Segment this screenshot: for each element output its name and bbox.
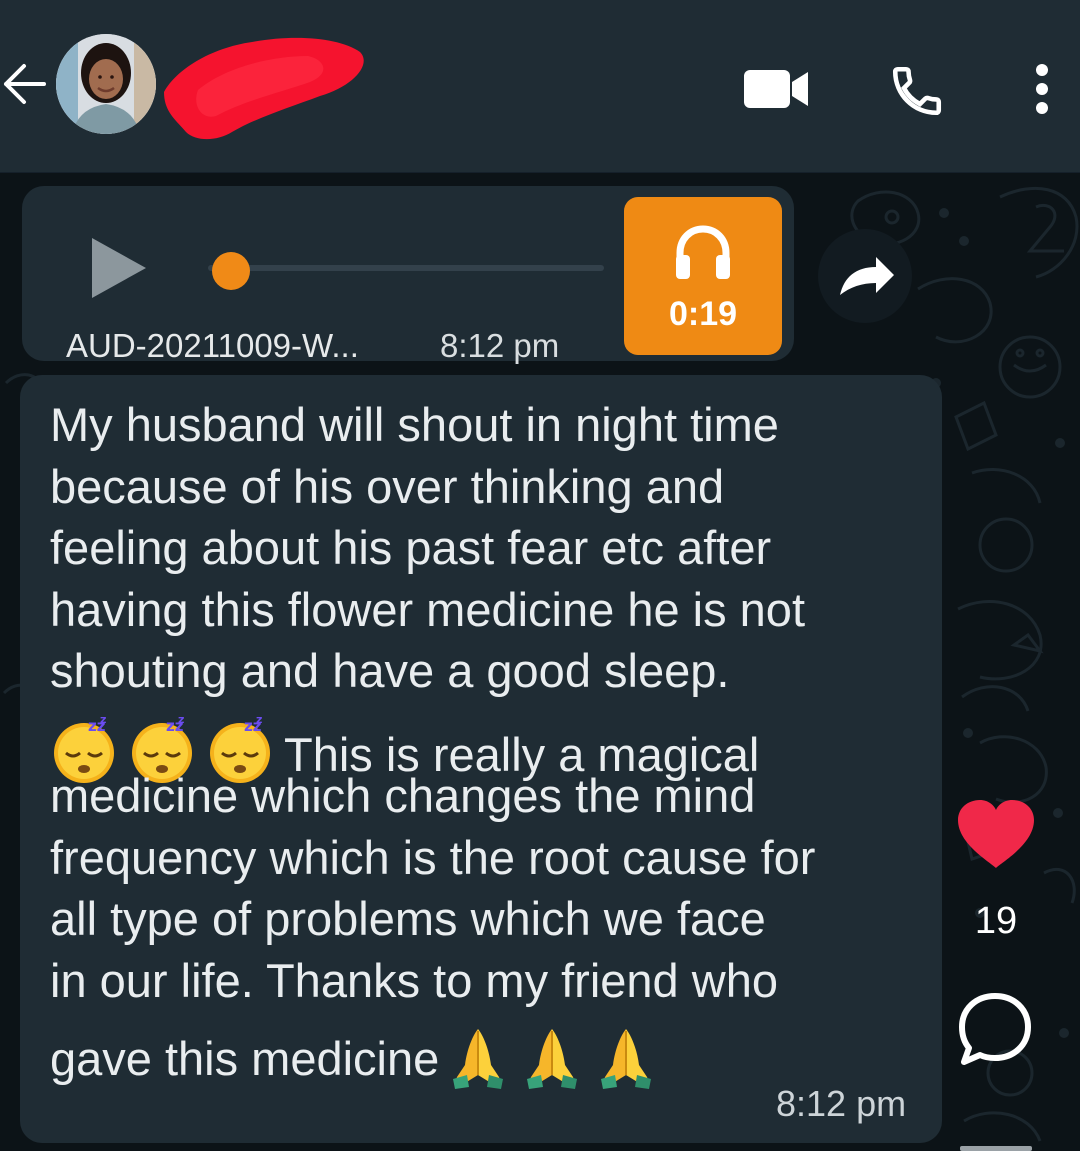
audio-message-time: 8:12 pm [440,327,560,364]
arrow-left-icon [4,64,46,104]
audio-duration: 0:19 [668,295,738,333]
prayer-emoji-group [447,1025,652,1091]
headphones-icon [676,225,730,279]
message-line: frequency which is the root cause for [50,831,816,884]
video-camera-icon [744,70,808,108]
message-line: having this flower medicine he is not [50,583,806,636]
heart-icon [958,800,1034,868]
message-line: medicine which changes the mind [50,769,756,822]
folded-hands-emoji-icon [527,1029,578,1089]
like-button[interactable] [954,798,1038,870]
back-button[interactable] [0,58,48,110]
message-line: shouting and have a good sleep. [50,644,730,697]
comment-button[interactable] [956,990,1034,1068]
message-line: because of his over thinking and [50,460,725,513]
audio-seek-bar[interactable] [208,265,604,271]
message-line: feeling about his past fear etc after [50,521,772,574]
folded-hands-emoji-icon [601,1029,652,1089]
message-line-text: gave this medicine [50,1032,440,1085]
comment-bubble-icon [959,993,1031,1065]
audio-duration-badge: 0:19 [624,197,782,355]
voice-call-button[interactable] [888,62,946,120]
message-line: in our life. Thanks to my friend who [50,954,778,1007]
play-button[interactable] [88,238,148,298]
audio-file-name: AUD-20211009-W... [66,327,359,364]
bottom-indicator [960,1146,1032,1151]
more-options-button[interactable] [1030,62,1054,116]
profile-photo [56,34,156,134]
message-line: all type of problems which we face [50,892,766,945]
message-line: My husband will shout in night time [50,398,779,451]
more-vertical-icon [1036,64,1048,114]
chat-area: AUD-20211009-W... 8:12 pm 0:19 My husban… [0,173,1080,1151]
like-count: 19 [974,900,1018,942]
forward-button[interactable] [818,229,912,323]
svg-text:z: z [100,713,106,726]
contact-avatar[interactable] [56,34,156,134]
chat-header [0,0,1080,173]
forward-arrow-icon [840,257,894,295]
phone-icon [892,66,942,116]
contact-name-redaction [164,37,364,140]
text-message-bubble[interactable]: My husband will shout in night time beca… [20,375,942,1143]
audio-seek-knob[interactable] [212,252,250,290]
folded-hands-emoji-icon [453,1029,504,1089]
play-icon [92,238,146,298]
message-line-with-emoji: gave this medicine [50,1025,652,1091]
svg-text:z: z [256,713,262,726]
svg-text:z: z [178,713,184,726]
video-call-button[interactable] [742,66,810,112]
text-message-time: 8:12 pm [776,1083,907,1124]
